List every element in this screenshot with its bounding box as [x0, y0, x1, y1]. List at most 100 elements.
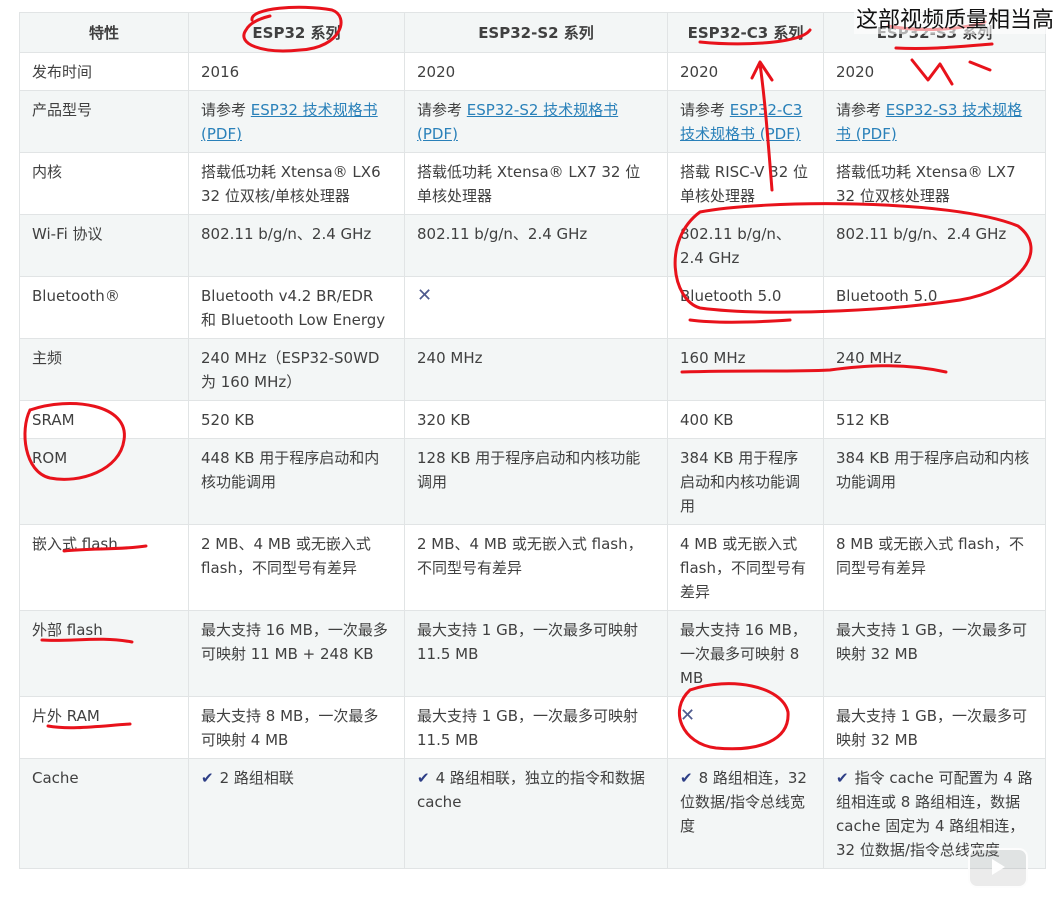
refer-label: 请参考 [836, 101, 886, 119]
cell-esp32-s3: 802.11 b/g/n、2.4 GHz [823, 214, 1046, 277]
cell-esp32-c3: 160 MHz [667, 338, 824, 401]
cell-text: 802.11 b/g/n、2.4 GHz [201, 225, 372, 243]
feature-label: 内核 [19, 152, 189, 215]
cell-esp32: 240 MHz（ESP32-S0WD 为 160 MHz） [188, 338, 405, 401]
cell-text: 384 KB 用于程序启动和内核功能调用 [836, 449, 1030, 491]
table-row-psram: 片外 RAM 最大支持 8 MB，一次最多可映射 4 MB 最大支持 1 GB，一次… [19, 696, 1046, 759]
cell-esp32-s3: 2020 [823, 52, 1046, 91]
refer-label: 请参考 [680, 101, 730, 119]
cell-text: Bluetooth 5.0 [680, 287, 782, 305]
cell-esp32-c3: 400 KB [667, 400, 824, 439]
cross-icon: ✕ [417, 285, 433, 306]
cell-text: 8 MB 或无嵌入式 flash，不同型号有差异 [836, 535, 1025, 577]
cell-text: 2020 [836, 63, 875, 81]
video-watermark: 这部视频质量相当高 [853, 2, 1056, 34]
cell-text: 最大支持 16 MB，一次最多可映射 8 MB [680, 621, 807, 687]
cell-esp32-c3: Bluetooth 5.0 [667, 276, 824, 339]
cell-esp32-s3: 搭载低功耗 Xtensa® LX7 32 位双核处理器 [823, 152, 1046, 215]
cell-text: 240 MHz（ESP32-S0WD 为 160 MHz） [201, 349, 380, 391]
cell-esp32-s2: 320 KB [404, 400, 668, 439]
cell-esp32-s2: 240 MHz [404, 338, 668, 401]
cell-text: 2 MB、4 MB 或无嵌入式 flash，不同型号有差异 [417, 535, 643, 577]
cell-esp32: ✔ 2 路组相联 [188, 758, 405, 869]
comparison-table: 特性 ESP32 系列 ESP32-S2 系列 ESP32-C3 系列 ESP3… [19, 12, 1046, 869]
cell-esp32-s2: ✔ 4 路组相联，独立的指令和数据 cache [404, 758, 668, 869]
cell-text: 搭载低功耗 Xtensa® LX7 32 位单核处理器 [417, 163, 641, 205]
cell-esp32-s2: 搭载低功耗 Xtensa® LX7 32 位单核处理器 [404, 152, 668, 215]
cell-esp32-c3: 4 MB 或无嵌入式 flash，不同型号有差异 [667, 524, 824, 611]
cell-text: 最大支持 1 GB，一次最多可映射 32 MB [836, 621, 1027, 663]
feature-label: 主频 [19, 338, 189, 401]
cell-text: 160 MHz [680, 349, 746, 367]
cell-esp32-c3: 请参考 ESP32-C3 技术规格书 (PDF) [667, 90, 824, 153]
table-row-rom: ROM 448 KB 用于程序启动和内核功能调用 128 KB 用于程序启动和内核功… [19, 438, 1046, 525]
cell-text: 最大支持 8 MB，一次最多可映射 4 MB [201, 707, 379, 749]
cell-text: 512 KB [836, 411, 890, 429]
feature-label: Cache [19, 758, 189, 869]
cell-esp32-c3: 搭载 RISC-V 32 位单核处理器 [667, 152, 824, 215]
check-icon: ✔ [836, 769, 849, 787]
cell-esp32-s3: 最大支持 1 GB，一次最多可映射 32 MB [823, 696, 1046, 759]
feature-label: 产品型号 [19, 90, 189, 153]
cell-esp32-s2: 最大支持 1 GB，一次最多可映射 11.5 MB [404, 696, 668, 759]
cell-text: 802.11 b/g/n、2.4 GHz [836, 225, 1007, 243]
cross-icon: ✕ [680, 705, 696, 726]
header-esp32-c3: ESP32-C3 系列 [667, 12, 824, 53]
cell-text: 320 KB [417, 411, 471, 429]
feature-label: Bluetooth® [19, 276, 189, 339]
cell-text: 802.11 b/g/n、2.4 GHz [417, 225, 588, 243]
table-row-bluetooth: Bluetooth® Bluetooth v4.2 BR/EDR 和 Blueto… [19, 276, 1046, 339]
table-body: 发布时间 2016 2020 2020 2020 产品型号 请参考 ESP32 技术规格书 … [19, 52, 1046, 869]
cell-text: 520 KB [201, 411, 255, 429]
cell-text: 4 MB 或无嵌入式 flash，不同型号有差异 [680, 535, 806, 601]
cell-text: 400 KB [680, 411, 734, 429]
cell-text: 384 KB 用于程序启动和内核功能调用 [680, 449, 801, 515]
check-icon: ✔ [680, 769, 693, 787]
cell-text: 802.11 b/g/n、2.4 GHz [680, 225, 791, 267]
header-esp32: ESP32 系列 [188, 12, 405, 53]
cell-esp32-s3: 最大支持 1 GB，一次最多可映射 32 MB [823, 610, 1046, 697]
cell-text: 最大支持 16 MB，一次最多可映射 11 MB + 248 KB [201, 621, 388, 663]
table-row-frequency: 主频 240 MHz（ESP32-S0WD 为 160 MHz） 240 MHz 16… [19, 338, 1046, 401]
refer-label: 请参考 [417, 101, 467, 119]
feature-label: Wi-Fi 协议 [19, 214, 189, 277]
feature-label: 发布时间 [19, 52, 189, 91]
cell-esp32-s2: 802.11 b/g/n、2.4 GHz [404, 214, 668, 277]
table-row-sram: SRAM 520 KB 320 KB 400 KB 512 KB [19, 400, 1046, 439]
table-row-cache: Cache ✔ 2 路组相联 ✔ 4 路组相联，独立的指令和数据 cache ✔ 8 路组相… [19, 758, 1046, 869]
header-esp32-s2: ESP32-S2 系列 [404, 12, 668, 53]
cell-esp32-s3: 384 KB 用于程序启动和内核功能调用 [823, 438, 1046, 525]
cell-text: Bluetooth v4.2 BR/EDR 和 Bluetooth Low En… [201, 287, 386, 329]
cell-esp32-s3: 512 KB [823, 400, 1046, 439]
cell-text: 2 MB、4 MB 或无嵌入式 flash，不同型号有差异 [201, 535, 371, 577]
video-player-logo-icon [968, 848, 1028, 888]
cell-esp32-s3: 240 MHz [823, 338, 1046, 401]
cell-text: 搭载 RISC-V 32 位单核处理器 [680, 163, 809, 205]
table-row-embedded-flash: 嵌入式 flash 2 MB、4 MB 或无嵌入式 flash，不同型号有差异 2 … [19, 524, 1046, 611]
table-row-core: 内核 搭载低功耗 Xtensa® LX6 32 位双核/单核处理器 搭载低功耗 Xt… [19, 152, 1046, 215]
cell-esp32: 520 KB [188, 400, 405, 439]
check-icon: ✔ [201, 769, 214, 787]
cell-esp32: 搭载低功耗 Xtensa® LX6 32 位双核/单核处理器 [188, 152, 405, 215]
cell-esp32-s2: 2020 [404, 52, 668, 91]
cell-text: 搭载低功耗 Xtensa® LX7 32 位双核处理器 [836, 163, 1016, 205]
header-feature: 特性 [19, 12, 189, 53]
cell-esp32-s2: 最大支持 1 GB，一次最多可映射 11.5 MB [404, 610, 668, 697]
cell-esp32: 2016 [188, 52, 405, 91]
cell-esp32-s2: 请参考 ESP32-S2 技术规格书 (PDF) [404, 90, 668, 153]
cell-text: 搭载低功耗 Xtensa® LX6 32 位双核/单核处理器 [201, 163, 381, 205]
cell-esp32: 2 MB、4 MB 或无嵌入式 flash，不同型号有差异 [188, 524, 405, 611]
cell-esp32-c3: 802.11 b/g/n、2.4 GHz [667, 214, 824, 277]
feature-label: ROM [19, 438, 189, 525]
cell-text: 448 KB 用于程序启动和内核功能调用 [201, 449, 380, 491]
cell-esp32: 802.11 b/g/n、2.4 GHz [188, 214, 405, 277]
cell-esp32-c3: ✔ 8 路组相连，32 位数据/指令总线宽度 [667, 758, 824, 869]
table-row-external-flash: 外部 flash 最大支持 16 MB，一次最多可映射 11 MB + 248 K… [19, 610, 1046, 697]
cell-esp32: 请参考 ESP32 技术规格书 (PDF) [188, 90, 405, 153]
cell-esp32: 448 KB 用于程序启动和内核功能调用 [188, 438, 405, 525]
cell-text: 2020 [417, 63, 456, 81]
cell-esp32: 最大支持 16 MB，一次最多可映射 11 MB + 248 KB [188, 610, 405, 697]
cell-text: 最大支持 1 GB，一次最多可映射 32 MB [836, 707, 1027, 749]
cell-text: 128 KB 用于程序启动和内核功能调用 [417, 449, 641, 491]
cell-esp32: Bluetooth v4.2 BR/EDR 和 Bluetooth Low En… [188, 276, 405, 339]
